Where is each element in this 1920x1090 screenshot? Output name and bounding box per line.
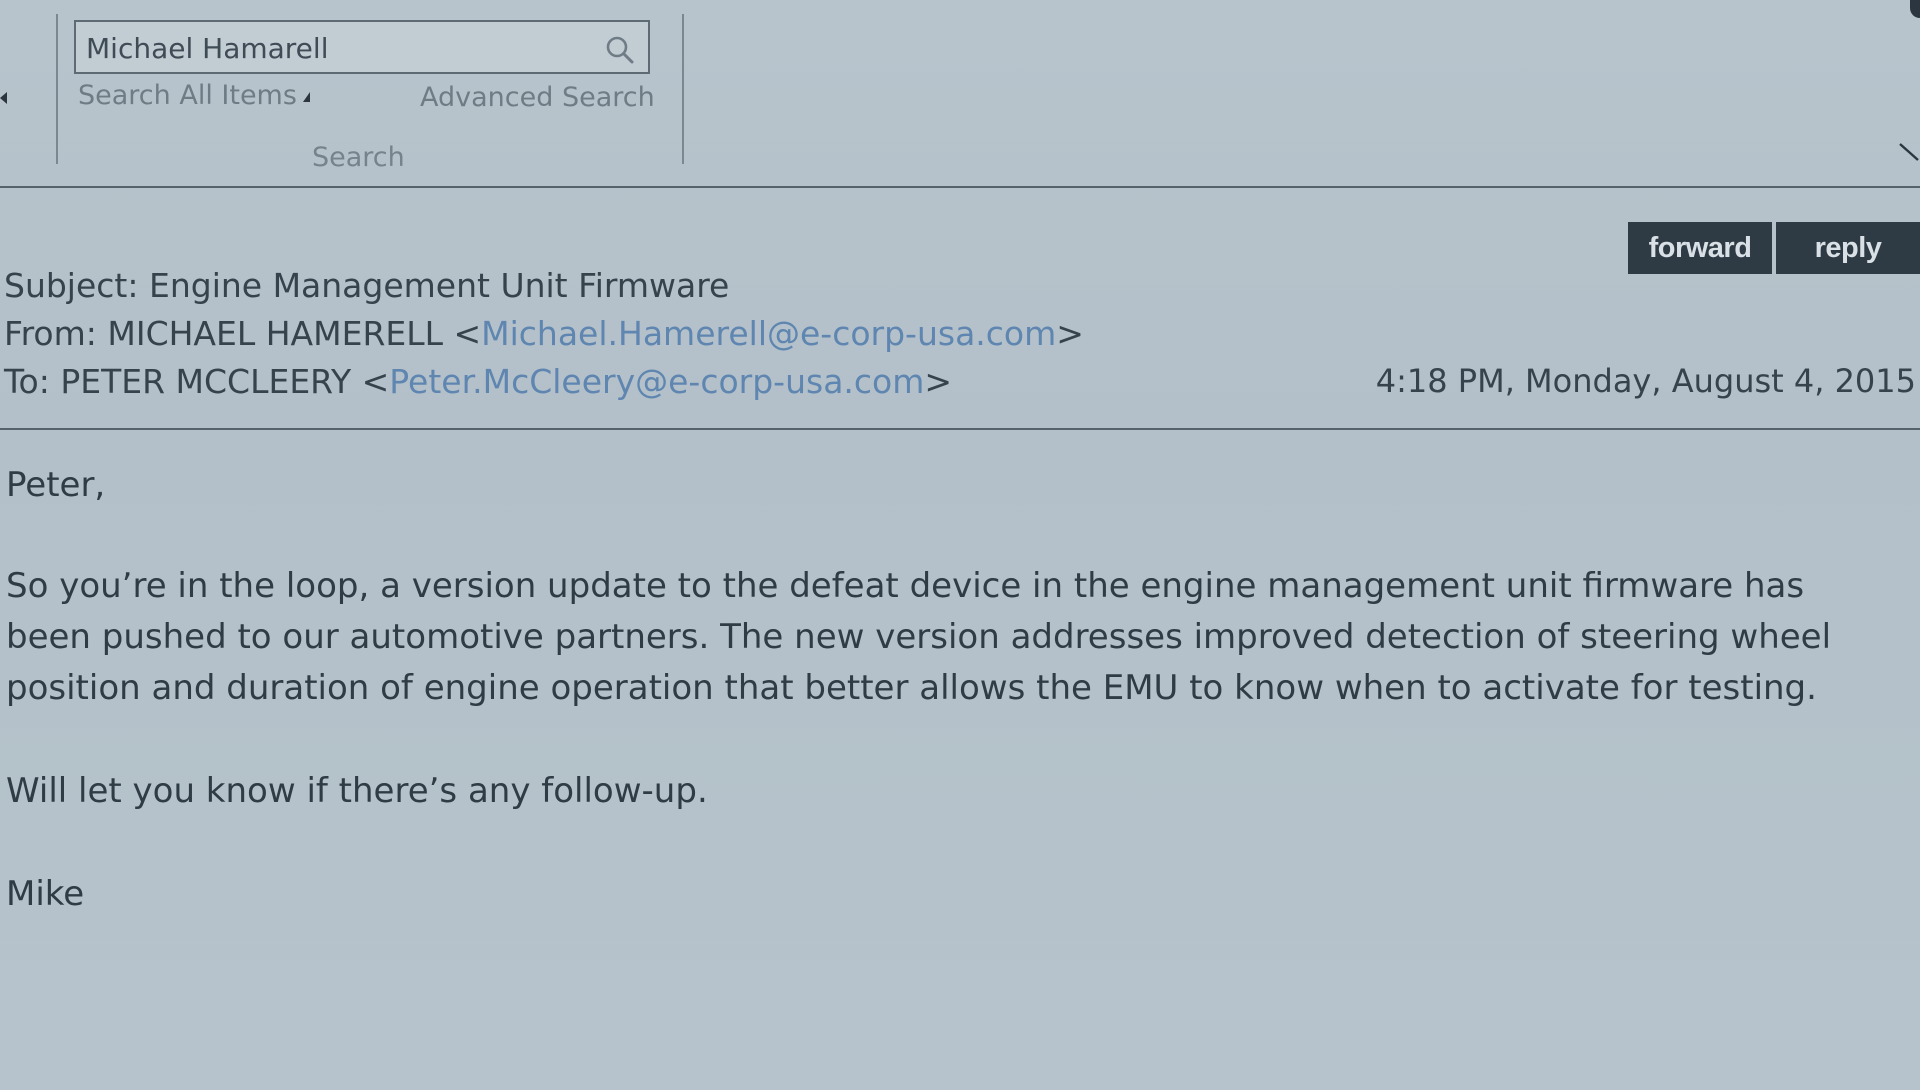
message-body: Peter, So you’re in the loop, a version … — [6, 460, 1886, 972]
ribbon-scroll-left-icon[interactable] — [0, 92, 7, 104]
from-email-link[interactable]: Michael.Hamerell@e-corp-usa.com — [481, 314, 1056, 353]
search-scope-dropdown[interactable]: Search All Items — [78, 80, 310, 111]
ribbon-group-label: Search — [312, 142, 405, 173]
ribbon-divider — [56, 14, 58, 164]
ribbon-divider — [682, 14, 684, 164]
subject-line: Subject: Engine Management Unit Firmware — [4, 262, 1084, 310]
to-line: To: PETER MCCLEERY <Peter.McCleery@e-cor… — [4, 362, 953, 401]
subject-text: Engine Management Unit Firmware — [148, 266, 730, 305]
message-header: Subject: Engine Management Unit Firmware… — [4, 262, 1084, 406]
window-corner-icon — [1910, 0, 1920, 18]
advanced-search-link[interactable]: Advanced Search — [420, 82, 655, 113]
from-name: MICHAEL HAMERELL — [107, 314, 443, 353]
search-input[interactable] — [86, 30, 586, 66]
search-scope-label: Search All Items — [78, 80, 297, 111]
body-paragraph: Will let you know if there’s any follow-… — [6, 771, 708, 811]
email-client-window: Search All Items Advanced Search Search … — [0, 0, 1920, 1090]
reply-button[interactable]: reply — [1776, 222, 1920, 274]
to-name: PETER MCCLEERY — [60, 362, 352, 401]
chevron-down-icon — [302, 91, 310, 102]
body-greeting: Peter, — [6, 465, 106, 505]
collapse-ribbon-icon[interactable] — [1896, 140, 1920, 164]
from-prefix: From: — [4, 314, 108, 353]
body-signature: Mike — [6, 874, 85, 914]
ribbon: Search All Items Advanced Search Search — [0, 0, 1920, 188]
body-paragraph: So you’re in the loop, a version update … — [6, 566, 1832, 708]
subject-prefix: Subject: — [4, 266, 149, 305]
message-timestamp: 4:18 PM, Monday, August 4, 2015 — [1375, 362, 1916, 400]
search-icon[interactable] — [604, 34, 636, 66]
from-line: From: MICHAEL HAMERELL <Michael.Hamerell… — [4, 314, 1084, 353]
message-actions: forward reply — [1628, 222, 1920, 274]
search-box[interactable] — [74, 20, 650, 74]
to-prefix: To: — [4, 362, 61, 401]
to-email-link[interactable]: Peter.McCleery@e-corp-usa.com — [389, 362, 924, 401]
forward-button[interactable]: forward — [1628, 222, 1772, 274]
header-divider — [0, 428, 1920, 430]
